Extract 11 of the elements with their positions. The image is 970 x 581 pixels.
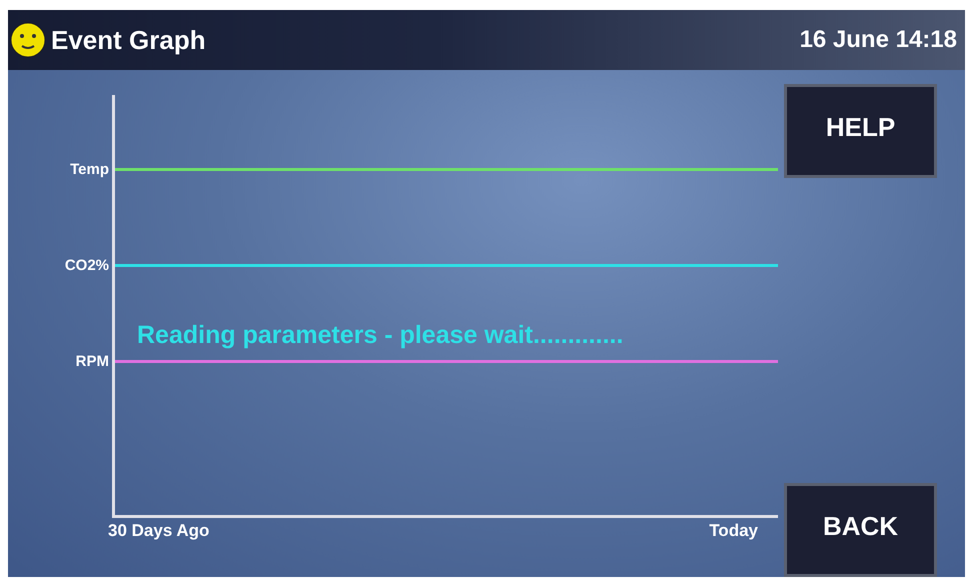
date-time: 16 June 14:18 [800, 26, 957, 54]
trace-label: Temp [69, 161, 109, 178]
trace-label: CO2% [64, 257, 109, 274]
axis-label: 30 Days Ago [108, 521, 210, 541]
status-message: Reading parameters - please wait............. [137, 321, 624, 350]
screen-title: Event Graph [51, 24, 206, 56]
trace-label: RPM [74, 353, 109, 370]
help-button[interactable]: HELP [784, 84, 937, 178]
axis-label: Today [709, 521, 758, 541]
back-button[interactable]: BACK [784, 483, 937, 577]
smiley-icon [10, 22, 46, 58]
